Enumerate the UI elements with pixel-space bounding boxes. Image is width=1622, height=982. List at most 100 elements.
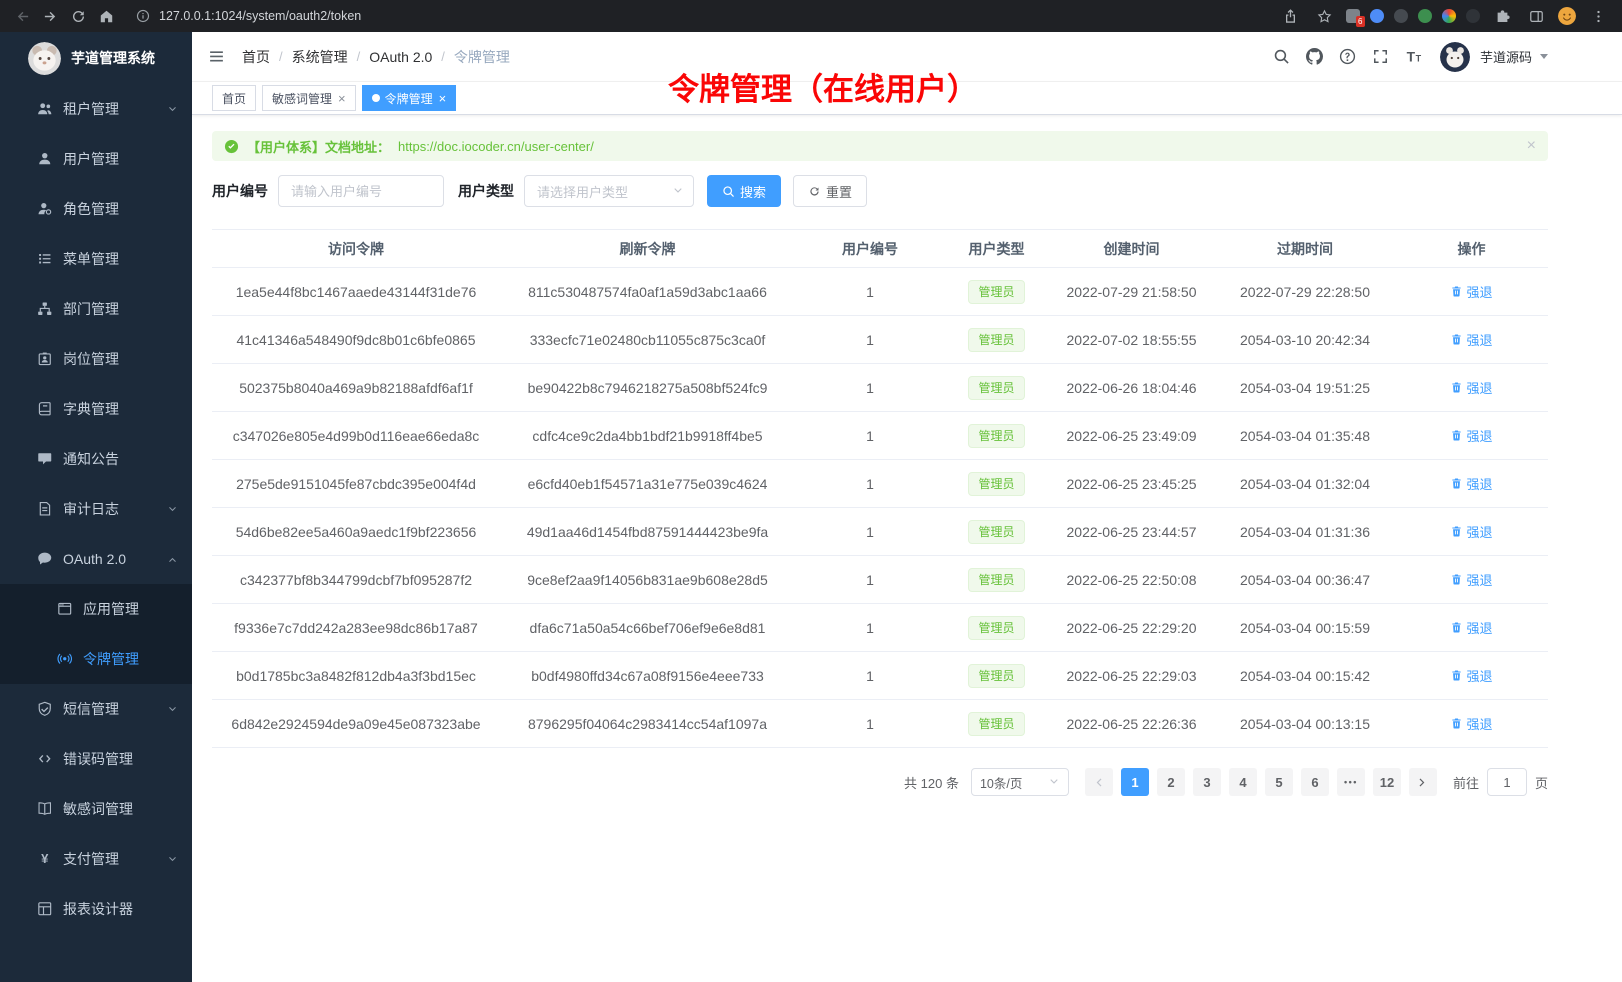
report-designer-icon — [36, 901, 53, 917]
goto-page-input[interactable] — [1487, 768, 1527, 796]
user-type-badge: 管理员 — [968, 520, 1024, 544]
user-id-cell: 1 — [795, 556, 945, 604]
username[interactable]: 芋道源码 — [1480, 47, 1532, 66]
chevron-up-icon — [167, 554, 178, 565]
tab-token[interactable]: 令牌管理× — [362, 85, 457, 111]
bookmark-star-icon[interactable] — [1312, 4, 1336, 28]
force-logout-button[interactable]: 强退 — [1450, 378, 1492, 397]
page-size-select[interactable]: 10条/页 — [971, 768, 1069, 796]
svg-text:T: T — [1407, 48, 1416, 64]
sidebar-item-user[interactable]: 用户管理 — [0, 134, 192, 184]
user-type-select[interactable]: 请选择用户类型 — [524, 175, 694, 207]
refresh-icon — [808, 185, 821, 198]
force-logout-button[interactable]: 强退 — [1450, 666, 1492, 685]
reset-button[interactable]: 重置 — [793, 175, 867, 207]
tab-sensitive-word[interactable]: 敏感词管理× — [262, 85, 356, 111]
sidebar-item-post[interactable]: 岗位管理 — [0, 334, 192, 384]
extension-icon[interactable] — [1370, 9, 1384, 23]
page-button-3[interactable]: 3 — [1193, 768, 1221, 796]
force-logout-button[interactable]: 强退 — [1450, 426, 1492, 445]
chevron-down-icon — [672, 185, 684, 197]
sidebar-item-pay[interactable]: ¥支付管理 — [0, 834, 192, 884]
extension-icon[interactable] — [1394, 9, 1408, 23]
expire-time-cell: 2054-03-04 00:36:47 — [1215, 556, 1395, 604]
page-button-6[interactable]: 6 — [1301, 768, 1329, 796]
help-icon[interactable] — [1339, 48, 1356, 65]
sidebar-item-dept[interactable]: 部门管理 — [0, 284, 192, 334]
force-logout-button[interactable]: 强退 — [1450, 714, 1492, 733]
user-id-input[interactable] — [278, 175, 444, 207]
extension-icon[interactable] — [1418, 9, 1432, 23]
sidebar-menu: 租户管理用户管理角色管理菜单管理部门管理岗位管理字典管理通知公告审计日志 OAut… — [0, 84, 192, 934]
browser-profile-avatar[interactable] — [1558, 7, 1576, 25]
tab-home[interactable]: 首页 — [212, 85, 256, 111]
force-logout-button[interactable]: 强退 — [1450, 570, 1492, 589]
extensions-puzzle-icon[interactable] — [1490, 4, 1514, 28]
extension-icon[interactable] — [1442, 9, 1456, 23]
search-icon[interactable] — [1273, 48, 1290, 65]
side-panel-icon[interactable] — [1524, 4, 1548, 28]
page-ellipsis-button[interactable]: ••• — [1337, 768, 1365, 796]
page-button-2[interactable]: 2 — [1157, 768, 1185, 796]
sidebar-item-menu[interactable]: 菜单管理 — [0, 234, 192, 284]
close-alert-icon[interactable]: × — [1527, 138, 1536, 154]
sidebar-item-label: 角色管理 — [63, 199, 119, 219]
page-button-12[interactable]: 12 — [1373, 768, 1401, 796]
sidebar-toggle-icon[interactable] — [208, 48, 225, 65]
back-icon[interactable] — [10, 4, 34, 28]
close-tab-icon[interactable]: × — [338, 92, 346, 105]
next-page-button[interactable] — [1409, 768, 1437, 796]
table-row: f9336e7c7dd242a283ee98dc86b17a87dfa6c71a… — [212, 604, 1548, 652]
sidebar-item-dict[interactable]: 字典管理 — [0, 384, 192, 434]
reload-icon[interactable] — [66, 4, 90, 28]
forward-icon[interactable] — [38, 4, 62, 28]
user-type-cell: 管理员 — [945, 412, 1048, 460]
access-token-cell: c347026e805e4d99b0d116eae66eda8c — [212, 412, 500, 460]
home-icon[interactable] — [94, 4, 118, 28]
sidebar-item-sensitive-word[interactable]: 敏感词管理 — [0, 784, 192, 834]
page-button-5[interactable]: 5 — [1265, 768, 1293, 796]
fullscreen-icon[interactable] — [1372, 48, 1389, 65]
sidebar-item-tenant[interactable]: 租户管理 — [0, 84, 192, 134]
sidebar-item-error-code[interactable]: 错误码管理 — [0, 734, 192, 784]
sidebar-item-label: 审计日志 — [63, 499, 119, 519]
page-button-1[interactable]: 1 — [1121, 768, 1149, 796]
user-avatar[interactable] — [1440, 42, 1470, 72]
sidebar-item-report-designer[interactable]: 报表设计器 — [0, 884, 192, 934]
sidebar-item-sms[interactable]: 短信管理 — [0, 684, 192, 734]
force-logout-button[interactable]: 强退 — [1450, 474, 1492, 493]
force-logout-label: 强退 — [1466, 618, 1492, 637]
sidebar-item-oauth2-token[interactable]: 令牌管理 — [0, 634, 192, 684]
force-logout-button[interactable]: 强退 — [1450, 282, 1492, 301]
force-logout-button[interactable]: 强退 — [1450, 618, 1492, 637]
breadcrumb-item[interactable]: 首页 — [242, 47, 270, 67]
font-size-icon[interactable]: TT — [1405, 48, 1422, 65]
browser-menu-icon[interactable] — [1586, 4, 1610, 28]
doc-link[interactable]: https://doc.iocoder.cn/user-center/ — [398, 139, 594, 154]
force-logout-button[interactable]: 强退 — [1450, 522, 1492, 541]
search-button[interactable]: 搜索 — [707, 175, 781, 207]
extension-icon[interactable] — [1466, 9, 1480, 23]
sidebar-item-oauth2-application[interactable]: 应用管理 — [0, 584, 192, 634]
user-type-cell: 管理员 — [945, 652, 1048, 700]
prev-page-button[interactable] — [1085, 768, 1113, 796]
user-type-cell: 管理员 — [945, 460, 1048, 508]
sidebar-item-oauth2[interactable]: OAuth 2.0 — [0, 534, 192, 584]
close-tab-icon[interactable]: × — [439, 92, 447, 105]
sidebar-item-role[interactable]: 角色管理 — [0, 184, 192, 234]
address-bar[interactable]: 127.0.0.1:1024/system/oauth2/token — [122, 9, 1274, 23]
share-icon[interactable] — [1278, 4, 1302, 28]
github-icon[interactable] — [1306, 48, 1323, 65]
create-time-cell: 2022-06-25 22:29:20 — [1048, 604, 1215, 652]
breadcrumb-item[interactable]: 系统管理 — [292, 47, 348, 67]
force-logout-button[interactable]: 强退 — [1450, 330, 1492, 349]
tenant-users-icon — [36, 101, 53, 117]
site-info-icon[interactable] — [136, 9, 150, 23]
sidebar-item-audit-log[interactable]: 审计日志 — [0, 484, 192, 534]
delete-icon — [1450, 285, 1463, 298]
page-button-4[interactable]: 4 — [1229, 768, 1257, 796]
breadcrumb-item[interactable]: OAuth 2.0 — [369, 49, 432, 65]
extension-icon[interactable]: 6 — [1346, 9, 1360, 23]
sidebar-item-notice[interactable]: 通知公告 — [0, 434, 192, 484]
delete-icon — [1450, 621, 1463, 634]
